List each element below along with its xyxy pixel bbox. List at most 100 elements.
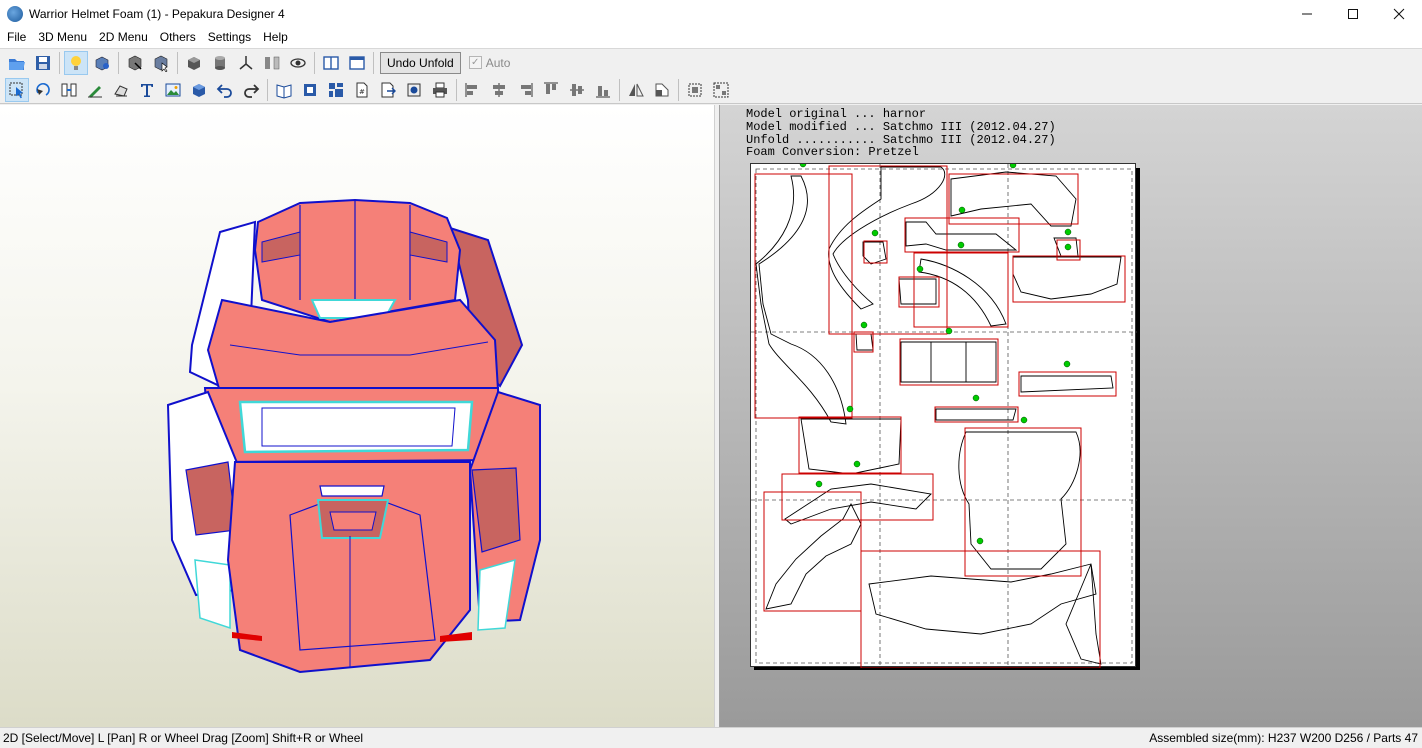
flaps-button[interactable]: [260, 51, 284, 75]
app-icon: [7, 5, 23, 22]
2d-view[interactable]: Model original ... harnor Model modified …: [720, 105, 1422, 727]
print-icon: [433, 82, 447, 97]
view-icon: [290, 57, 306, 68]
status-hint: 2D [Select/Move] L [Pan] R or Wheel Drag…: [3, 731, 364, 745]
select-parts-icon: [154, 55, 168, 72]
pack-button[interactable]: [683, 78, 707, 102]
flap-tool-button[interactable]: [109, 78, 133, 102]
unfolded-parts: [751, 156, 1137, 669]
page-settings-button[interactable]: #: [350, 78, 374, 102]
lightbulb-icon: [71, 55, 81, 70]
info-line: Model modified ... Satchmo III (2012.04.…: [746, 119, 1056, 134]
close-button[interactable]: [1376, 0, 1422, 27]
align-bottom-icon: [596, 85, 610, 97]
model-info: Model original ... harnor Model modified …: [746, 108, 1056, 159]
book-button[interactable]: [272, 78, 296, 102]
rotate-button[interactable]: [31, 78, 55, 102]
menu-help[interactable]: Help: [257, 27, 294, 48]
select-parts-button[interactable]: [149, 51, 173, 75]
single-view-icon: [349, 55, 365, 70]
align-middle-button[interactable]: [565, 78, 589, 102]
save-icon: [36, 55, 50, 70]
text-button[interactable]: [135, 78, 159, 102]
flip-vertical-icon: [655, 83, 669, 96]
check-icon: ✓: [468, 56, 482, 69]
auto-label: Auto: [485, 55, 511, 70]
redo-button[interactable]: [239, 78, 263, 102]
arrange-button[interactable]: [324, 78, 348, 102]
save-button[interactable]: [31, 51, 55, 75]
split-view-icon: [323, 55, 339, 70]
fit-page-button[interactable]: [298, 78, 322, 102]
unfold-button[interactable]: [90, 51, 114, 75]
info-line: Foam Conversion: Pretzel: [746, 145, 919, 160]
texture-icon: [188, 56, 200, 70]
undo-unfold-button[interactable]: Undo Unfold: [380, 51, 461, 74]
auto-checkbox[interactable]: ✓ Auto: [468, 55, 511, 70]
helmet-3d-model: [166, 198, 541, 674]
split-view-button[interactable]: [319, 51, 343, 75]
cylinder-button[interactable]: [208, 51, 232, 75]
menu-3d[interactable]: 3D Menu: [32, 27, 93, 48]
export-icon: [381, 82, 396, 97]
flap-tool-icon: [114, 84, 128, 97]
axis-icon: [239, 55, 253, 70]
cylinder-icon: [215, 55, 225, 70]
text-icon: [141, 83, 153, 97]
align-top-icon: [544, 82, 558, 94]
title-bar: Warrior Helmet Foam (1) - Pepakura Desig…: [0, 0, 1422, 27]
texture-button[interactable]: [182, 51, 206, 75]
image-button[interactable]: [161, 78, 185, 102]
toolbar-main: Undo Unfold ✓ Auto: [0, 48, 1422, 76]
unpack-icon: [713, 82, 729, 97]
3d-part-icon: [193, 83, 205, 97]
draw-line-button[interactable]: [83, 78, 107, 102]
fit-page-icon: [304, 83, 316, 96]
edit-model-icon: [128, 55, 142, 70]
align-bottom-button[interactable]: [591, 78, 615, 102]
align-middle-icon: [570, 83, 584, 96]
open-button[interactable]: [5, 51, 29, 75]
print-button[interactable]: [428, 78, 452, 102]
undo-icon: [216, 83, 232, 98]
menu-others[interactable]: Others: [154, 27, 202, 48]
3d-part-button[interactable]: [187, 78, 211, 102]
select-move-icon: [9, 82, 23, 98]
close-icon: [1393, 8, 1405, 19]
flaps-icon: [265, 56, 280, 69]
select-move-button[interactable]: [5, 77, 29, 102]
align-left-icon: [465, 82, 477, 97]
menu-file[interactable]: File: [1, 27, 32, 48]
paper-sheet: [750, 156, 1137, 669]
image-icon: [165, 83, 181, 96]
3d-view[interactable]: [0, 105, 714, 727]
export-button[interactable]: [376, 78, 400, 102]
align-center-button[interactable]: [487, 78, 511, 102]
pack-icon: [688, 83, 702, 96]
menu-2d[interactable]: 2D Menu: [93, 27, 154, 48]
print-preview-button[interactable]: [402, 78, 426, 102]
info-line: Model original ... harnor: [746, 107, 927, 121]
join-parts-icon: [61, 83, 77, 96]
flip-vertical-button[interactable]: [650, 78, 674, 102]
print-preview-icon: [407, 83, 421, 96]
undo-button[interactable]: [213, 78, 237, 102]
unpack-button[interactable]: [709, 78, 733, 102]
light-button[interactable]: [64, 50, 88, 75]
align-right-button[interactable]: [513, 78, 537, 102]
minimize-button[interactable]: [1284, 0, 1330, 27]
menu-settings[interactable]: Settings: [202, 27, 257, 48]
align-left-button[interactable]: [461, 78, 485, 102]
maximize-button[interactable]: [1330, 0, 1376, 27]
flip-horizontal-button[interactable]: [624, 78, 648, 102]
edit-model-button[interactable]: [123, 51, 147, 75]
align-top-button[interactable]: [539, 78, 563, 102]
view-button[interactable]: [286, 51, 310, 75]
align-center-icon: [493, 82, 505, 97]
single-view-button[interactable]: [345, 51, 369, 75]
join-parts-button[interactable]: [57, 78, 81, 102]
flip-horizontal-icon: [629, 83, 644, 96]
draw-line-icon: [88, 85, 102, 98]
menu-bar: File 3D Menu 2D Menu Others Settings Hel…: [0, 27, 1422, 48]
axis-button[interactable]: [234, 51, 258, 75]
